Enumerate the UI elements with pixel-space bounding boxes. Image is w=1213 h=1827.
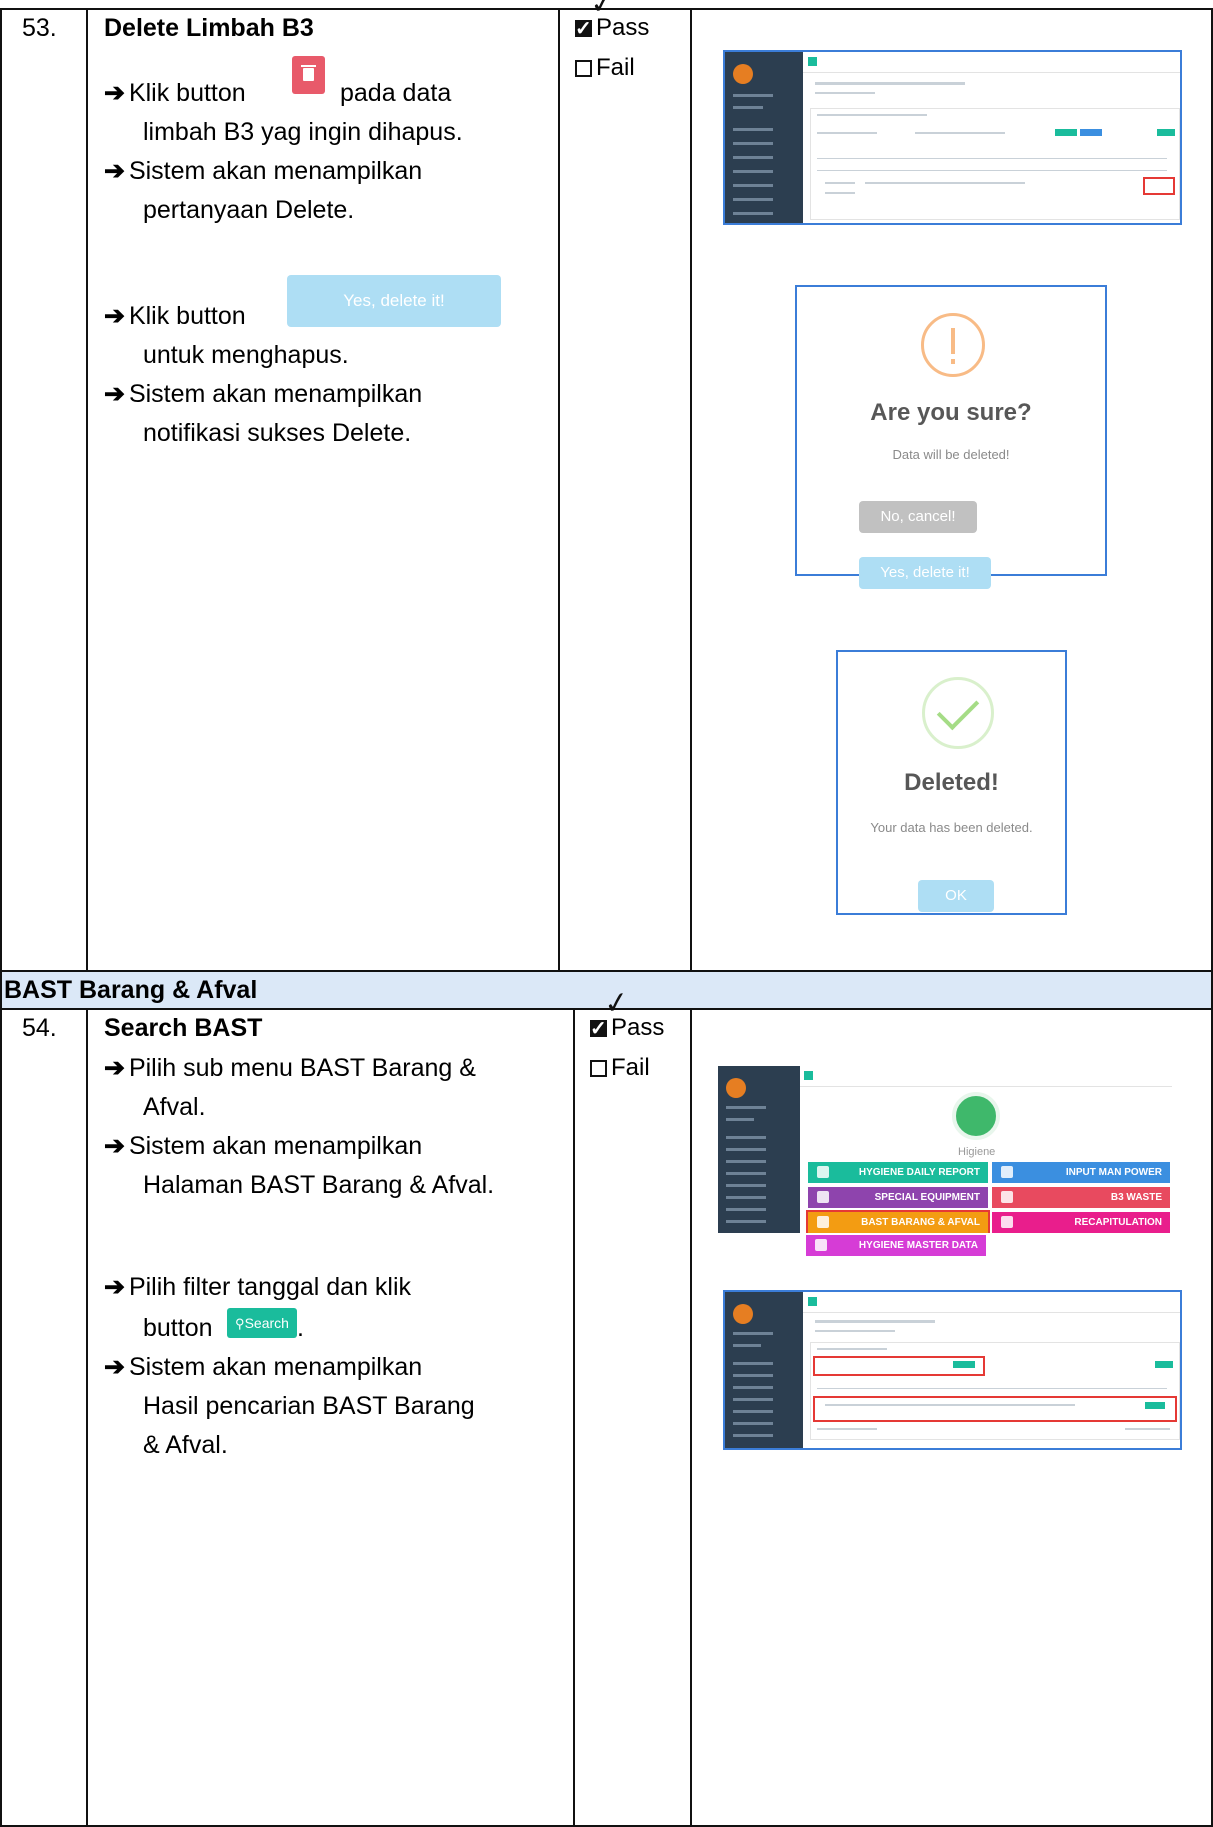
step-line: ➔ Klik button <box>104 79 246 107</box>
highlight-result-row <box>813 1396 1177 1422</box>
trash-icon <box>303 68 314 81</box>
col-divider <box>86 8 88 970</box>
sidebar-thumbnail <box>718 1066 800 1233</box>
step-line: Hasil pencarian BAST Barang <box>143 1392 475 1420</box>
fail-checkbox[interactable]: Fail <box>575 52 635 84</box>
arrow-right-icon: ➔ <box>104 1273 125 1301</box>
delete-button-inline <box>292 56 325 94</box>
test-case-title: Search BAST <box>104 1014 263 1042</box>
dialog-text: Data will be deleted! <box>892 447 1010 462</box>
home-leaf-icon <box>952 1092 1000 1140</box>
menu-tile-special-equipment[interactable]: SPECIAL EQUIPMENT <box>808 1187 988 1208</box>
success-check-icon <box>922 677 994 749</box>
checkbox-empty-icon <box>575 60 592 77</box>
sidebar-thumbnail <box>725 52 803 223</box>
step-line: ➔ Sistem akan menampilkan <box>104 157 423 185</box>
ok-button[interactable]: OK <box>918 880 994 912</box>
search-icon: ⚲ <box>235 1316 245 1331</box>
col-divider <box>558 8 560 970</box>
warning-icon <box>921 313 985 377</box>
step-line: notifikasi sukses Delete. <box>143 419 412 447</box>
cancel-button[interactable]: No, cancel! <box>859 501 977 533</box>
screenshot-bast-list <box>723 1290 1182 1450</box>
step-line: ➔ Klik button <box>104 302 246 330</box>
arrow-right-icon: ➔ <box>104 1132 125 1160</box>
topbar-thumbnail <box>800 1066 1172 1087</box>
step-line: ➔ Sistem akan menampilkan <box>104 1132 423 1160</box>
sidebar-thumbnail <box>725 1292 803 1448</box>
arrow-right-icon: ➔ <box>104 1353 125 1381</box>
arrow-right-icon: ➔ <box>104 380 125 408</box>
arrow-right-icon: ➔ <box>104 1054 125 1082</box>
avatar <box>726 1078 746 1098</box>
step-line: ➔ Pilih filter tanggal dan klik <box>104 1273 412 1301</box>
checkbox-checked-icon <box>590 1013 607 1045</box>
step-line: Halaman BAST Barang & Afval. <box>143 1171 495 1199</box>
step-line: button <box>143 1314 213 1342</box>
pass-checkbox[interactable]: Pass <box>575 12 649 45</box>
menu-tile-bast-barang-afval[interactable]: BAST BARANG & AFVAL <box>806 1210 990 1233</box>
test-case-title: Delete Limbah B3 <box>104 14 314 42</box>
screenshot-higiene-menu: Higiene HYGIENE DAILY REPORT INPUT MAN P… <box>716 1064 1174 1235</box>
step-line: pertanyaan Delete. <box>143 196 355 224</box>
dialog-title: Deleted! <box>904 769 999 796</box>
step-line: ➔ Sistem akan menampilkan <box>104 1353 423 1381</box>
confirm-delete-dialog: Are you sure? Data will be deleted! No, … <box>795 285 1107 589</box>
step-line: limbah B3 yag ingin dihapus. <box>143 118 463 146</box>
checkbox-empty-icon <box>590 1060 607 1077</box>
section-title: BAST Barang & Afval <box>4 976 258 1004</box>
table-left-border <box>0 8 2 1827</box>
delete-success-dialog: Deleted! Your data has been deleted. OK <box>836 650 1067 915</box>
topbar-thumbnail <box>803 1292 1180 1313</box>
avatar <box>733 64 753 84</box>
step-line: ➔ Pilih sub menu BAST Barang & <box>104 1054 476 1082</box>
col-divider <box>690 8 692 970</box>
fail-checkbox[interactable]: Fail <box>590 1052 650 1084</box>
menu-tile-b3-waste[interactable]: B3 WASTE <box>992 1187 1170 1208</box>
step-line: Afval. <box>143 1093 206 1121</box>
step-line: untuk menghapus. <box>143 341 349 369</box>
avatar <box>733 1304 753 1324</box>
menu-tile-input-man-power[interactable]: INPUT MAN POWER <box>992 1162 1170 1183</box>
trash-lid <box>301 65 316 67</box>
arrow-right-icon: ➔ <box>104 79 125 107</box>
col-divider <box>86 1008 88 1827</box>
confirm-delete-button[interactable]: Yes, delete it! <box>859 557 991 589</box>
step-line: & Afval. <box>143 1431 228 1459</box>
menu-tile-recapitulation[interactable]: RECAPITULATION <box>992 1212 1170 1233</box>
screenshot-b3-waste-list <box>723 50 1182 225</box>
dialog-text: Your data has been deleted. <box>870 820 1033 835</box>
menu-heading: Higiene <box>958 1146 996 1158</box>
checkbox-checked-icon <box>575 13 592 45</box>
arrow-right-icon: ➔ <box>104 302 125 330</box>
pass-checkbox[interactable]: Pass <box>590 1012 664 1045</box>
dialog-title: Are you sure? <box>870 399 1032 426</box>
step-line: ➔ Sistem akan menampilkan <box>104 380 423 408</box>
highlight-action-buttons <box>1143 177 1175 195</box>
step-line: pada data <box>340 79 452 107</box>
row-number: 53. <box>22 14 57 42</box>
arrow-right-icon: ➔ <box>104 157 125 185</box>
yes-delete-button-inline: Yes, delete it! <box>287 275 501 327</box>
step-punctuation: . <box>297 1314 304 1342</box>
menu-tile-hygiene-master-data[interactable]: HYGIENE MASTER DATA <box>806 1235 986 1256</box>
search-button-inline: ⚲Search <box>227 1308 297 1338</box>
topbar-thumbnail <box>803 52 1180 73</box>
menu-tile-hygiene-daily-report[interactable]: HYGIENE DAILY REPORT <box>808 1162 988 1183</box>
col-divider <box>690 1008 692 1827</box>
row-number: 54. <box>22 1014 57 1042</box>
col-divider <box>573 1008 575 1827</box>
